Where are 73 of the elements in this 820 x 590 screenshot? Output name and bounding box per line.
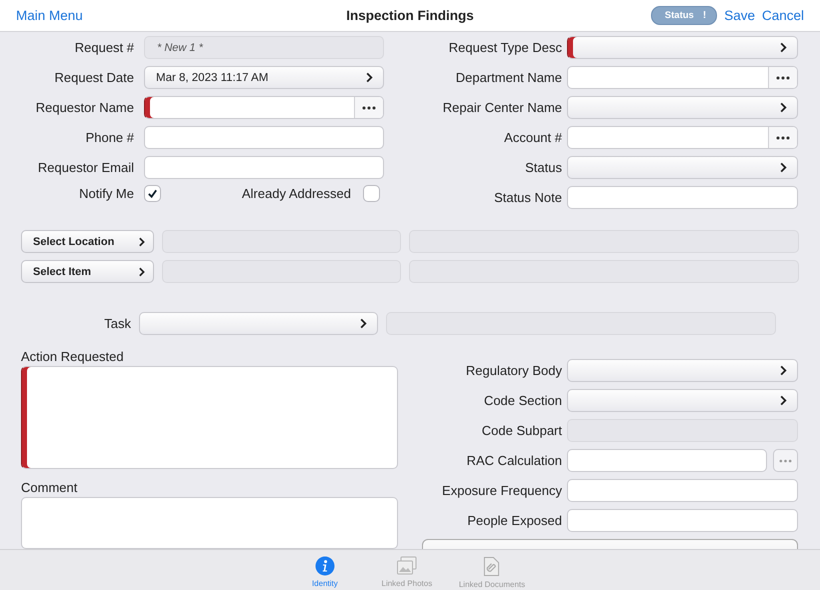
select-button[interactable]: Select Location — [21, 230, 154, 253]
more-button[interactable] — [768, 127, 797, 148]
field-label: Regulatory Body — [464, 363, 562, 378]
chevron-icon — [779, 102, 787, 113]
status-badge[interactable]: Status ! — [650, 6, 718, 25]
more-button[interactable] — [354, 97, 383, 118]
field-label: Requestor Email — [36, 160, 134, 175]
more-icon — [362, 106, 376, 110]
chevron-icon — [138, 266, 145, 276]
picker-field[interactable] — [567, 389, 798, 412]
checkbox-label: Already Addressed — [240, 186, 351, 200]
field-label: Repair Center Name — [442, 100, 562, 115]
chevron-icon — [779, 42, 787, 53]
checkmark-icon — [147, 188, 158, 198]
input-field[interactable] — [144, 156, 384, 179]
picker-field[interactable] — [567, 156, 798, 179]
picker-field[interactable] — [139, 312, 378, 335]
field-label: Phone # — [84, 130, 134, 145]
picker-field[interactable] — [567, 96, 798, 119]
photos-icon — [396, 556, 418, 576]
field-label: People Exposed — [466, 513, 562, 528]
tab[interactable]: Linked Photos — [376, 550, 437, 590]
field-label: Requestor Name — [34, 100, 134, 115]
field-label: Department Name — [454, 70, 562, 85]
field-label: Request Type Desc — [448, 40, 562, 55]
input-field[interactable] — [567, 186, 798, 209]
field-label: Code Section — [482, 393, 562, 408]
save-link[interactable]: Save — [724, 8, 755, 23]
picker-field[interactable] — [567, 36, 798, 59]
more-icon — [779, 458, 792, 462]
picker-field[interactable]: Mar 8, 2023 11:17 AM — [144, 66, 384, 89]
input-field[interactable] — [567, 449, 767, 472]
chevron-icon — [359, 318, 367, 329]
input-field[interactable] — [567, 509, 798, 532]
lookup-field[interactable] — [144, 96, 384, 119]
field-label: Comment — [21, 480, 78, 495]
tab[interactable]: Linked Documents — [458, 550, 526, 590]
checkbox-label: Notify Me — [78, 186, 134, 200]
more-icon — [776, 76, 790, 80]
chevron-icon — [138, 236, 145, 246]
read-only-field: * New 1 * — [144, 36, 384, 59]
chevron-icon — [779, 365, 787, 376]
select-button[interactable]: Select Item — [21, 260, 154, 283]
text-area[interactable] — [21, 366, 398, 469]
more-button[interactable] — [768, 67, 797, 88]
input-field[interactable] — [144, 126, 384, 149]
window-title: Inspection Findings — [346, 8, 474, 23]
picker-field[interactable] — [567, 359, 798, 382]
field-label: Account # — [503, 130, 562, 145]
field-label: Action Requested — [21, 349, 125, 364]
checkbox[interactable] — [363, 184, 380, 202]
chevron-icon — [365, 72, 373, 83]
more-icon — [776, 136, 790, 140]
lookup-field[interactable] — [567, 66, 798, 89]
field-label: Exposure Frequency — [441, 483, 562, 498]
field-label: Status — [524, 160, 562, 175]
checkbox[interactable] — [144, 184, 161, 202]
info-icon — [314, 556, 335, 576]
field-label: Task — [103, 316, 131, 331]
chevron-icon — [779, 395, 787, 406]
field-label: Status Note — [493, 190, 562, 205]
field-label: Request Date — [54, 70, 134, 85]
tab[interactable]: Identity — [294, 550, 355, 590]
lookup-field[interactable] — [567, 126, 798, 149]
chevron-icon — [779, 162, 787, 173]
field-label: RAC Calculation — [466, 453, 562, 468]
main-menu-link[interactable]: Main Menu — [16, 8, 83, 23]
field-label: Request # — [74, 40, 134, 55]
cancel-link[interactable]: Cancel — [762, 8, 804, 23]
text-area[interactable] — [21, 497, 398, 549]
field-label: Code Subpart — [480, 423, 562, 438]
document-icon — [483, 556, 500, 577]
input-field[interactable] — [567, 479, 798, 502]
